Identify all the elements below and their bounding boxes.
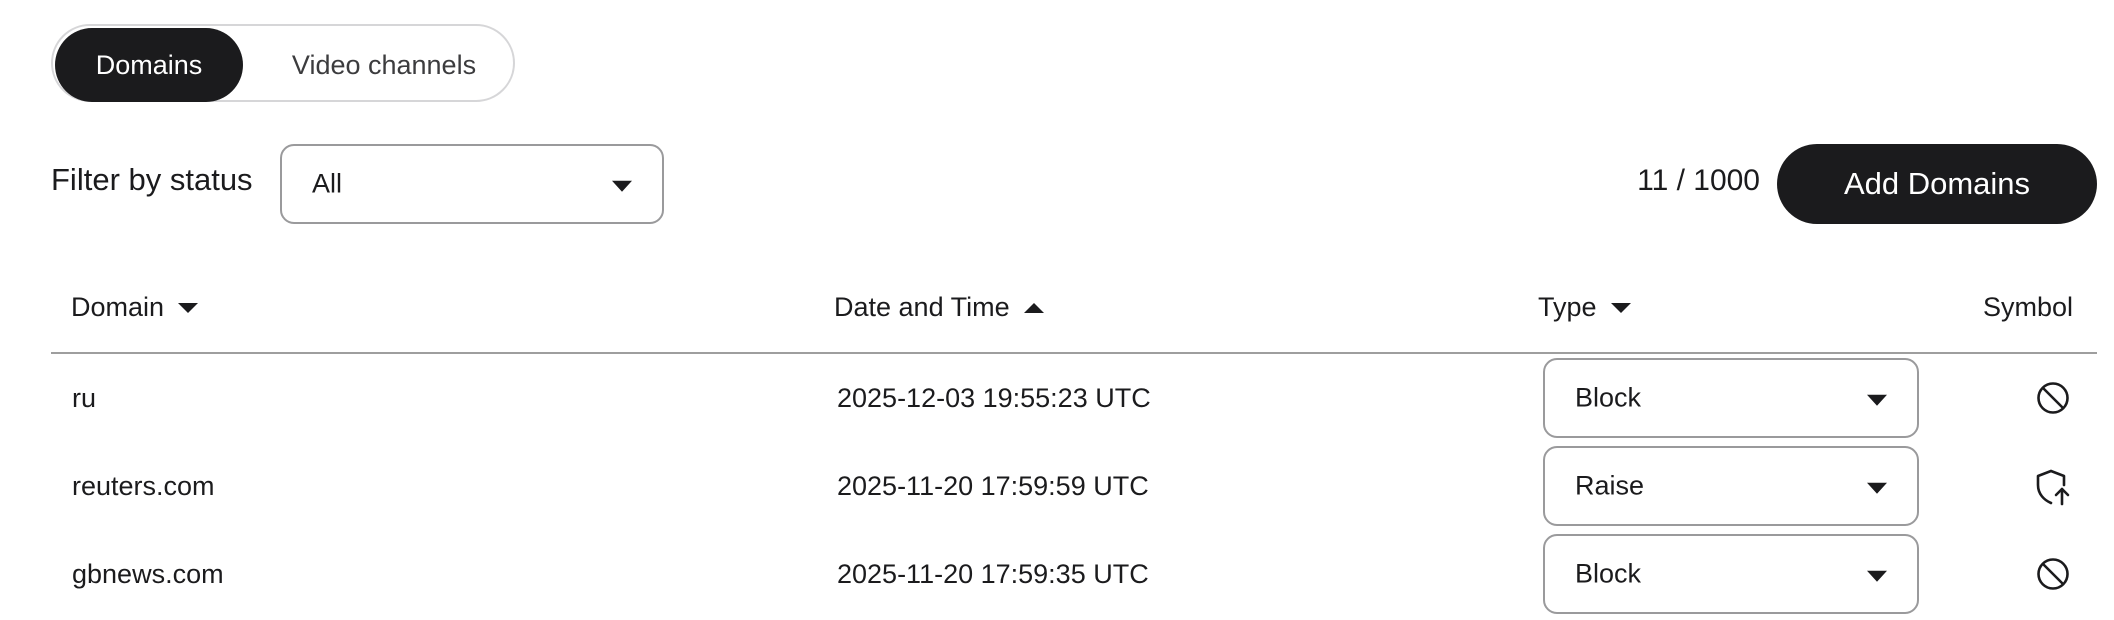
tab-domains[interactable]: Domains bbox=[55, 28, 243, 102]
row-type-value: Block bbox=[1575, 558, 1642, 589]
column-header-datetime-label: Date and Time bbox=[834, 292, 1010, 322]
column-header-type[interactable]: Type bbox=[1538, 292, 1631, 323]
view-tabs: Domains Video channels bbox=[51, 24, 515, 102]
column-header-datetime[interactable]: Date and Time bbox=[834, 292, 1044, 323]
column-header-symbol: Symbol bbox=[1983, 292, 2073, 323]
shield-raise-icon bbox=[2036, 469, 2070, 506]
domain-quota-count: 11 / 1000 bbox=[1637, 164, 1760, 197]
column-header-domain-label: Domain bbox=[71, 292, 165, 322]
caret-down-icon bbox=[1867, 482, 1887, 494]
row-domain: reuters.com bbox=[72, 471, 215, 501]
row-datetime: 2025-11-20 17:59:35 UTC bbox=[837, 559, 1149, 589]
row-datetime: 2025-12-03 19:55:23 UTC bbox=[837, 383, 1151, 413]
block-icon bbox=[2037, 382, 2069, 414]
caret-down-icon bbox=[612, 180, 632, 192]
row-domain: gbnews.com bbox=[72, 559, 224, 589]
sort-ascending-icon bbox=[1023, 302, 1044, 313]
table-header-divider bbox=[51, 352, 2097, 354]
tab-video-channels[interactable]: Video channels bbox=[253, 28, 515, 102]
column-header-symbol-label: Symbol bbox=[1983, 292, 2074, 322]
sort-descending-icon bbox=[1610, 302, 1631, 313]
column-header-domain[interactable]: Domain bbox=[71, 292, 199, 323]
block-icon bbox=[2037, 558, 2069, 590]
row-type-select[interactable]: Block bbox=[1543, 358, 1919, 438]
filter-status-label: Filter by status bbox=[51, 162, 253, 197]
status-filter-select[interactable]: All bbox=[280, 144, 664, 224]
row-type-value: Raise bbox=[1575, 470, 1645, 501]
row-datetime: 2025-11-20 17:59:59 UTC bbox=[837, 471, 1149, 501]
caret-down-icon bbox=[1867, 394, 1887, 406]
row-type-select[interactable]: Block bbox=[1543, 534, 1919, 614]
add-domains-button[interactable]: Add Domains bbox=[1777, 144, 2097, 224]
column-header-type-label: Type bbox=[1538, 292, 1597, 322]
row-type-value: Block bbox=[1575, 382, 1642, 413]
row-type-select[interactable]: Raise bbox=[1543, 446, 1919, 526]
row-domain: ru bbox=[72, 383, 97, 413]
sort-descending-icon bbox=[178, 302, 199, 313]
caret-down-icon bbox=[1867, 570, 1887, 582]
status-filter-value: All bbox=[312, 168, 343, 199]
